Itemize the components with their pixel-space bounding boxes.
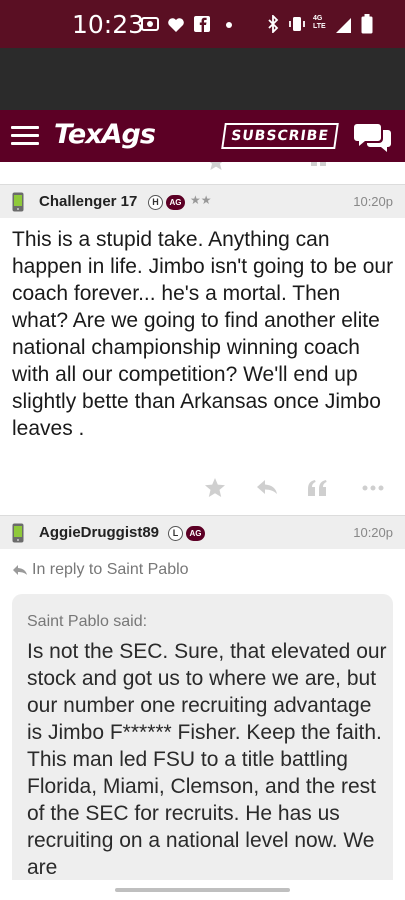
username[interactable]: Challenger 17 bbox=[39, 193, 137, 210]
subscribe-button[interactable]: SUBSCRIBE bbox=[221, 123, 339, 149]
previous-post-actions bbox=[0, 162, 405, 182]
ag-badge: AG bbox=[166, 195, 185, 210]
post-actions bbox=[0, 477, 405, 505]
status-time: 10:23 bbox=[72, 10, 145, 39]
post-time: 10:20p bbox=[353, 525, 393, 540]
signal-icon bbox=[336, 18, 351, 33]
chat-icon[interactable] bbox=[354, 122, 392, 152]
star-icon[interactable] bbox=[204, 477, 226, 498]
user-badge: L bbox=[168, 526, 183, 541]
quote-icon[interactable] bbox=[307, 479, 327, 497]
mobile-device-icon bbox=[12, 523, 24, 543]
more-options-icon[interactable] bbox=[362, 485, 384, 491]
ag-badge: AG bbox=[186, 526, 205, 541]
more-notifications-dot-icon bbox=[226, 22, 232, 28]
post-time: 10:20p bbox=[353, 194, 393, 209]
bluetooth-icon bbox=[268, 15, 279, 33]
user-badge: H bbox=[148, 195, 163, 210]
quote-author[interactable]: Saint Pablo said: bbox=[27, 613, 147, 631]
vibrate-icon bbox=[289, 17, 305, 31]
in-reply-to-link[interactable]: In reply to Saint Pablo bbox=[12, 561, 189, 579]
facebook-notification-icon bbox=[194, 16, 210, 32]
app-top-band bbox=[0, 48, 405, 110]
quote-icon[interactable] bbox=[310, 162, 328, 168]
camera-notification-icon bbox=[141, 17, 159, 31]
menu-icon[interactable] bbox=[11, 126, 39, 146]
reply-icon[interactable] bbox=[256, 479, 278, 495]
top-navbar: TexAgs SUBSCRIBE bbox=[0, 110, 405, 162]
post-header: AggieDruggist89 L AG 10:20p bbox=[0, 515, 405, 549]
in-reply-to-text: In reply to Saint Pablo bbox=[32, 561, 189, 578]
star-icon[interactable] bbox=[206, 162, 226, 170]
heart-notification-icon bbox=[168, 18, 184, 32]
system-navigation-bar bbox=[0, 880, 405, 900]
reply-arrow-icon bbox=[13, 564, 27, 575]
user-stars: ★★ bbox=[190, 193, 212, 207]
battery-icon bbox=[361, 14, 373, 34]
quote-text: Is not the SEC. Sure, that elevated our … bbox=[27, 640, 387, 879]
username[interactable]: AggieDruggist89 bbox=[39, 524, 159, 541]
home-gesture-pill[interactable] bbox=[115, 888, 290, 892]
post-body: This is a stupid take. Anything can happ… bbox=[12, 228, 394, 440]
texags-logo[interactable]: TexAgs bbox=[54, 119, 156, 150]
quote-block: Saint Pablo said: Is not the SEC. Sure, … bbox=[12, 594, 393, 900]
post-header: Challenger 17 H AG ★★ 10:20p bbox=[0, 184, 405, 218]
mobile-device-icon bbox=[12, 192, 24, 212]
network-type-label: 4G LTE bbox=[313, 15, 326, 30]
status-bar: 10:23 4G LTE bbox=[0, 0, 405, 48]
